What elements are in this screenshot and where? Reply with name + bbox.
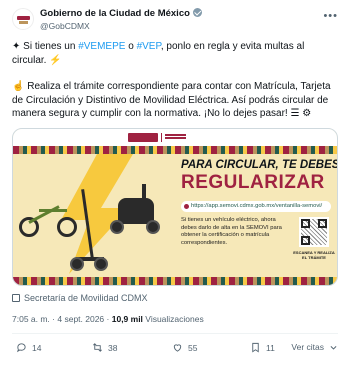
quotes-label[interactable]: Ver citas bbox=[291, 342, 324, 352]
paragraph1-prefix: ✦ Si tienes un bbox=[12, 41, 79, 52]
heart-icon bbox=[173, 344, 182, 352]
hashtag-vep[interactable]: #VEP bbox=[137, 41, 161, 52]
hashtag-vemepe[interactable]: #VEMEPE bbox=[78, 41, 125, 52]
image-body-text: Si tienes un vehículo eléctrico, ahora d… bbox=[181, 217, 282, 246]
author-name-text[interactable]: Gobierno de la Ciudad de México bbox=[40, 8, 190, 19]
decorative-stripe-bottom bbox=[13, 277, 337, 285]
more-options-icon[interactable]: ••• bbox=[323, 10, 338, 22]
like-button[interactable]: 55 bbox=[172, 342, 197, 353]
post-text-paragraph-1: ✦ Si tienes un #VEMEPE o #VEP, ponlo en … bbox=[12, 40, 338, 67]
source-label-text[interactable]: Secretaría de Movilidad CDMX bbox=[24, 293, 148, 303]
divider bbox=[12, 333, 338, 334]
government-logo bbox=[128, 133, 158, 142]
post-date[interactable]: 4 sept. 2026 bbox=[57, 314, 104, 324]
semovi-logo bbox=[161, 133, 189, 142]
electric-moped-graphic bbox=[108, 184, 168, 244]
repost-button[interactable]: 38 bbox=[92, 342, 117, 353]
post-meta: 7:05 a. m. · 4 sept. 2026 · 10,9 mil Vis… bbox=[12, 314, 204, 324]
qr-label: ESCANEA Y REALIZA EL TRÁMITE bbox=[293, 250, 335, 260]
decorative-stripe-top bbox=[13, 146, 337, 154]
views-label: Visualizaciones bbox=[145, 314, 204, 324]
chevron-down-icon bbox=[330, 345, 337, 350]
image-headline-2: REGULARIZAR bbox=[181, 172, 325, 193]
bookmark-icon bbox=[252, 342, 259, 353]
image-headline-1: PARA CIRCULAR, TE DEBES bbox=[181, 159, 338, 171]
qr-code bbox=[299, 217, 329, 247]
views-count: 10,9 mil bbox=[111, 314, 143, 324]
quotes-link[interactable]: Ver citas bbox=[291, 342, 338, 352]
verified-badge-icon bbox=[192, 8, 202, 17]
source-icon bbox=[12, 294, 20, 302]
post-image[interactable]: PARA CIRCULAR, TE DEBES REGULARIZAR http… bbox=[12, 128, 338, 286]
author-handle[interactable]: @GobCDMX bbox=[40, 21, 90, 31]
reply-count: 14 bbox=[32, 342, 42, 353]
action-bar: 14 38 55 11 Ver citas bbox=[12, 342, 338, 356]
post-time[interactable]: 7:05 a. m. bbox=[12, 314, 50, 324]
source-label[interactable]: Secretaría de Movilidad CDMX bbox=[12, 293, 148, 303]
electric-scooter-graphic bbox=[68, 189, 108, 279]
post-header: Gobierno de la Ciudad de México @GobCDMX… bbox=[12, 8, 338, 32]
reply-button[interactable]: 14 bbox=[16, 342, 41, 353]
repost-count: 38 bbox=[108, 342, 118, 353]
author-name[interactable]: Gobierno de la Ciudad de México bbox=[40, 8, 202, 19]
like-count: 55 bbox=[188, 342, 198, 353]
avatar[interactable] bbox=[12, 8, 34, 30]
paragraph1-mid: o bbox=[125, 41, 137, 52]
reply-icon bbox=[16, 343, 26, 353]
post-text-paragraph-2: ☝ Realiza el trámite correspondiente par… bbox=[12, 81, 331, 119]
image-url: https://app.semovi.cdmx.gob.mx/ventanill… bbox=[181, 201, 331, 212]
bookmark-count: 11 bbox=[266, 342, 275, 353]
repost-icon bbox=[93, 343, 102, 352]
bookmark-button[interactable]: 11 bbox=[250, 342, 275, 353]
